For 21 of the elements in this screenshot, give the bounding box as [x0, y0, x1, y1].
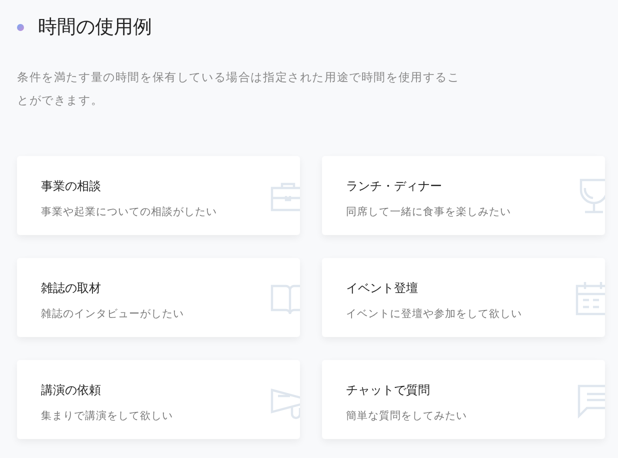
- megaphone-icon: [270, 388, 300, 420]
- section-description: 条件を満たす量の時間を保有している場合は指定された用途で時間を使用することができます。: [17, 69, 461, 109]
- chat-icon: [578, 384, 605, 418]
- card-title: チャットで質問: [346, 382, 431, 399]
- bullet-dot: [17, 24, 24, 30]
- card-text: 集まりで講演をして欲しい: [41, 409, 174, 423]
- glass-icon: [580, 178, 605, 214]
- card-title: イベント登壇: [346, 280, 419, 297]
- card-text: 事業や起業についての相談がしたい: [41, 205, 218, 219]
- book-icon: [270, 284, 300, 316]
- card-title: 講演の依頼: [41, 382, 102, 399]
- card-title: 事業の相談: [41, 178, 102, 195]
- card-text: 同席して一緒に食事を楽しみたい: [346, 205, 512, 219]
- card-title: ランチ・ディナー: [346, 178, 443, 195]
- card-text: 簡単な質問をしてみたい: [346, 409, 468, 423]
- section-title: 時間の使用例: [38, 15, 152, 40]
- card-text: イベントに登壇や参加をして欲しい: [346, 307, 523, 321]
- calendar-icon: [576, 280, 605, 316]
- briefcase-icon: [270, 182, 300, 212]
- card-text: 雑誌のインタビューがしたい: [41, 307, 185, 321]
- card-title: 雑誌の取材: [41, 280, 102, 297]
